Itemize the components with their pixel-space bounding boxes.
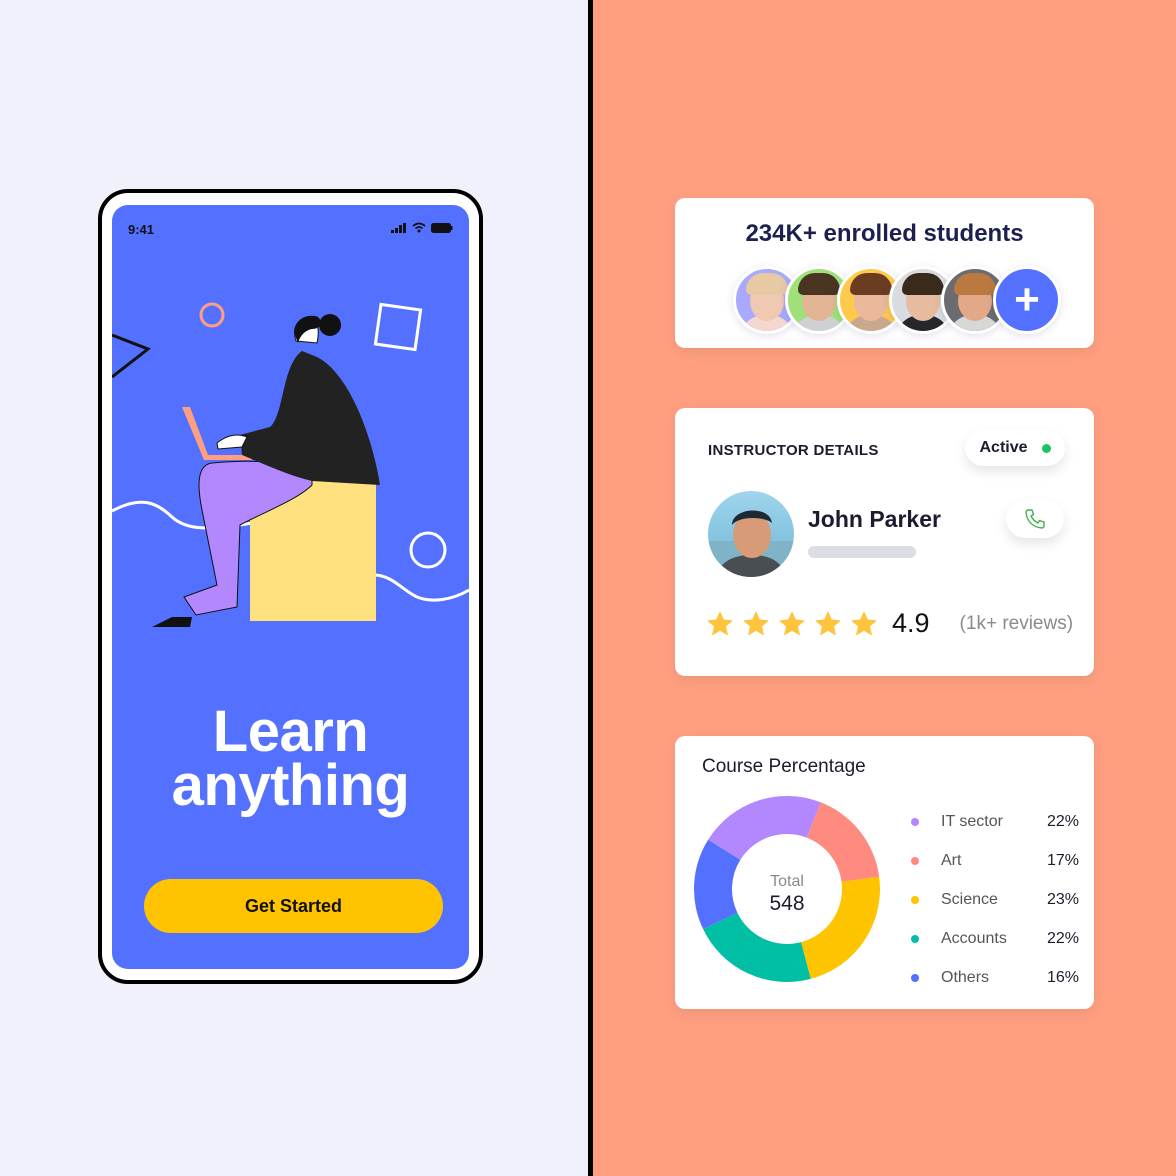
star-icon — [815, 611, 841, 635]
rating-row: 4.9 (1k+ reviews) — [706, 608, 1073, 639]
review-count: (1k+ reviews) — [959, 612, 1074, 634]
star-rating — [706, 610, 886, 638]
legend-value: 16% — [1047, 968, 1080, 986]
legend-dot-icon — [911, 973, 919, 982]
hand — [216, 434, 248, 450]
chart-legend: IT sector 22% Art 17% Science 23% Accounts 22% O… — [911, 802, 1081, 997]
wifi-icon — [412, 222, 426, 233]
enrolled-students-title: 234K+ enrolled students — [745, 220, 1024, 247]
call-button[interactable] — [1006, 500, 1064, 538]
course-percentage-title: Course Percentage — [702, 756, 866, 777]
deco-circle-white — [409, 531, 447, 569]
legend-value: 22% — [1047, 812, 1080, 830]
donut-slice-art — [806, 802, 880, 882]
deco-square — [373, 302, 423, 352]
legend-value: 23% — [1047, 890, 1080, 908]
instructor-avatar — [708, 491, 794, 577]
add-student-button[interactable]: + — [993, 266, 1061, 334]
status-icons — [391, 222, 453, 233]
legend-dot-icon — [911, 817, 919, 826]
donut-center-label: Total — [770, 873, 804, 890]
deco-wave-right — [373, 573, 469, 602]
star-icon — [851, 611, 877, 635]
donut-chart: Total 548 — [694, 796, 880, 982]
get-started-button[interactable]: Get Started — [144, 879, 443, 933]
deco-triangle — [112, 333, 152, 379]
avatar-hair — [850, 273, 892, 295]
deco-circle-orange — [199, 302, 225, 328]
course-percentage-card: Course Percentage Total 548 IT sector 22%… — [675, 736, 1094, 1009]
legend-dot-icon — [911, 934, 919, 943]
legend-label: Accounts — [941, 929, 1007, 947]
legend-dot-icon — [911, 895, 919, 904]
donut-slice-accounts — [703, 912, 811, 982]
legend-value: 22% — [1047, 929, 1080, 947]
star-icon — [707, 611, 733, 635]
status-dot-icon — [1041, 443, 1051, 453]
status-text: Active — [979, 439, 1028, 456]
legend-item: IT sector 22% — [911, 802, 1081, 841]
enrolled-students-card: 234K+ enrolled students + — [675, 198, 1094, 348]
student-avatars: + — [733, 266, 1061, 334]
instructor-details-label: INSTRUCTOR DETAILS — [708, 442, 879, 459]
legend-dot-icon — [911, 856, 919, 865]
phone-screen: 9:41 Learn anything Get Started — [112, 205, 469, 969]
headline-line-1: Learn — [212, 699, 369, 764]
headline: Learn anything — [112, 699, 469, 818]
star-icon — [743, 611, 769, 635]
avatar-hair — [902, 273, 944, 295]
legend-item: Science 23% — [911, 880, 1081, 919]
status-badge: Active — [965, 430, 1065, 466]
headline-line-2: anything — [171, 753, 410, 818]
avatar-hair — [954, 273, 996, 295]
legend-label: Others — [941, 968, 990, 986]
star-icon — [779, 611, 805, 635]
instructor-details-card: INSTRUCTOR DETAILS Active John Parker 4.… — [675, 408, 1094, 676]
legend-item: Art 17% — [911, 841, 1081, 880]
shoe — [152, 617, 192, 627]
avatar-hair — [746, 273, 788, 295]
avatar-hair — [798, 273, 840, 295]
phone-icon — [1025, 509, 1045, 529]
donut-center-value: 548 — [769, 892, 804, 915]
laptop — [182, 407, 252, 460]
legend-label: Art — [941, 851, 962, 869]
phone-mockup: 9:41 Learn anything Get Started — [98, 189, 483, 984]
legend-label: Science — [941, 890, 998, 908]
instructor-name: John Parker — [808, 506, 941, 532]
instructor-subtitle-placeholder — [808, 546, 916, 558]
legend-label: IT sector — [941, 812, 1003, 830]
battery-icon — [431, 222, 453, 233]
legend-item: Others 16% — [911, 958, 1081, 997]
instructor-photo — [708, 510, 794, 577]
hair-bun — [319, 314, 341, 336]
rating-value: 4.9 — [892, 608, 930, 638]
status-time: 9:41 — [128, 222, 155, 237]
legend-item: Accounts 22% — [911, 919, 1081, 958]
illustration-person-with-laptop — [112, 302, 469, 627]
signal-icon — [391, 222, 406, 233]
donut-slice-science — [801, 876, 880, 979]
legend-value: 17% — [1047, 851, 1080, 869]
